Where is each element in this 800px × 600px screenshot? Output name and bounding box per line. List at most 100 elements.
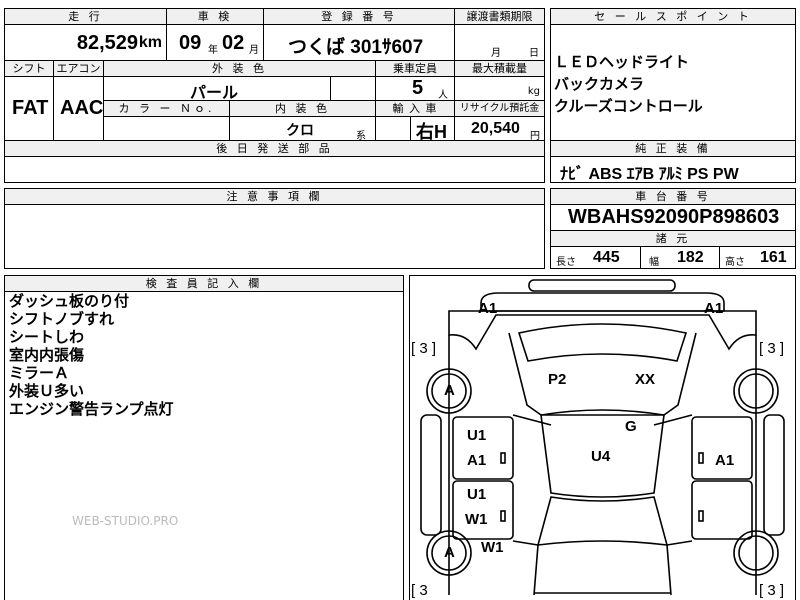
handle-fl (500, 452, 506, 464)
recycle-value: 20,540 (471, 120, 520, 137)
aircon-header: エアコン (53, 60, 104, 77)
sales-point-item: バックカメラ (554, 76, 645, 93)
sales-point-header: セ ー ル ス ポ イ ン ト (550, 8, 796, 25)
sill-left (420, 414, 442, 536)
load-unit: kg (527, 86, 540, 97)
deadline-month-unit: 月 (491, 48, 501, 59)
deadline-cell: 月 日 (454, 24, 545, 61)
recycle-header: リサイクル預託金 (454, 100, 545, 117)
interior-color-cell: クロ 系 (229, 116, 376, 142)
transfer-deadline-header: 譲渡書類期限 (454, 8, 545, 25)
exterior-color-header: 外 装 色 (103, 60, 376, 77)
width-cell: 幅 182 (640, 246, 720, 269)
shift-value: FAT (12, 97, 49, 119)
remark-item: シフトノブすれ (9, 311, 115, 328)
later-parts-header: 後 日 発 送 部 品 (4, 140, 545, 157)
a1-front-right-label: A1 (704, 300, 724, 317)
door-rear-right (691, 480, 753, 540)
handle-rr (698, 510, 704, 522)
height-cell: 高さ 161 (719, 246, 796, 269)
shift-cell: FAT (4, 76, 54, 141)
handle-rl (500, 510, 506, 522)
width-value: 182 (677, 249, 704, 266)
color-no-cell (103, 116, 230, 141)
sales-point-item: ＬＥＤヘッドライト (554, 54, 690, 71)
mileage-header: 走 行 (4, 8, 167, 25)
door-rl-label-2: W1 (465, 511, 488, 528)
inspector-header: 検 査 員 記 入 欄 (4, 275, 404, 292)
front-bumper-top (528, 279, 676, 292)
inspection-header: 車 検 (166, 8, 264, 25)
height-value: 161 (760, 249, 787, 266)
remark-item: エンジン警告ランプ点灯 (9, 401, 174, 418)
sill-right (763, 414, 785, 536)
cabin (508, 332, 697, 416)
left-body-line (512, 414, 552, 426)
windshield (517, 323, 688, 362)
inspector-remarks: ダッシュ板のり付 シフトノブすれ シートしわ 室内内張傷 ミラーＡ 外装Ｕ多い … (9, 293, 174, 419)
mileage-cell: 82,529 km (4, 24, 167, 61)
length-cell: 長さ 445 (550, 246, 641, 269)
height-label: 高さ (725, 257, 745, 268)
length-label: 長さ (556, 257, 576, 268)
door-fl-label-2: A1 (467, 452, 487, 469)
month-unit: 月 (249, 45, 259, 56)
width-label: 幅 (649, 257, 659, 268)
notes-header: 注 意 事 項 欄 (4, 188, 545, 205)
later-parts-cell (4, 156, 545, 183)
a1-front-left-label: A1 (478, 300, 498, 317)
door-fr-label: A1 (715, 452, 735, 469)
remark-item: ミラーＡ (9, 365, 70, 382)
max-load-header: 最大積載量 (454, 60, 545, 77)
rear-window (536, 496, 669, 546)
door-front-right (691, 416, 753, 480)
exterior-color-divider (330, 77, 331, 100)
sales-point-list: ＬＥＤヘッドライト バックカメラ クルーズコントロール (554, 52, 703, 118)
exterior-color-cell: パール (103, 76, 376, 102)
registration-header: 登 録 番 号 (263, 8, 455, 25)
aircon-value: AAC (60, 97, 104, 119)
registration-cell: つくば 301ｻ607 (263, 24, 455, 61)
wheel-rear-left-label: A (444, 544, 455, 561)
import-header: 輸 入 車 (375, 100, 455, 117)
interior-color-value: クロ (286, 122, 314, 138)
mileage-unit: km (138, 34, 162, 51)
equipment-value: ﾅﾋﾞ ABS ｴｱB ｱﾙﾐ PS PW (560, 166, 739, 183)
inspection-cell: 09 年 02 月 (166, 24, 264, 61)
deadline-day-unit: 日 (529, 48, 539, 59)
g-label: G (625, 418, 637, 435)
inspection-year: 09 (179, 32, 202, 54)
length-value: 445 (593, 249, 620, 266)
bracket-top-right: [ 3 ] (759, 340, 785, 357)
capacity-cell: 5 人 (375, 76, 455, 101)
handle-fr (698, 452, 704, 464)
bracket-bottom-left: [ 3 (411, 582, 428, 599)
year-unit: 年 (208, 45, 218, 56)
aircon-cell: AAC (53, 76, 104, 141)
bracket-bottom-right: [ 3 ] (759, 582, 785, 599)
capacity-header: 乗車定員 (375, 60, 455, 77)
p2-label: P2 (548, 371, 567, 388)
shift-header: シフト (4, 60, 54, 77)
capacity-value: 5 (412, 77, 424, 99)
door-rl-label-1: U1 (467, 486, 487, 503)
bracket-top-left: [ 3 ] (411, 340, 437, 357)
remark-item: 室内内張傷 (9, 347, 85, 364)
max-load-cell: kg (454, 76, 545, 101)
mileage-value: 82,529 (76, 32, 138, 54)
front-bumper (480, 292, 725, 312)
watermark: WEB-STUDIO.PRO (72, 514, 179, 528)
specs-header: 諸 元 (550, 230, 796, 247)
door-fl-label-1: U1 (467, 427, 487, 444)
inspection-month: 02 (222, 32, 245, 54)
plate-number: つくば 301ｻ607 (288, 37, 424, 58)
xx-label: XX (635, 371, 656, 388)
import-cell: 右H (375, 116, 455, 142)
equipment-header: 純 正 装 備 (550, 140, 796, 157)
import-divider (410, 117, 411, 140)
chassis-header: 車 台 番 号 (550, 188, 796, 205)
remark-item: シートしわ (9, 329, 85, 346)
recycle-cell: 20,540 円 (454, 116, 545, 142)
interior-color-header: 内 装 色 (229, 100, 376, 117)
chassis-number: WBAHS92090P898603 (568, 206, 780, 228)
